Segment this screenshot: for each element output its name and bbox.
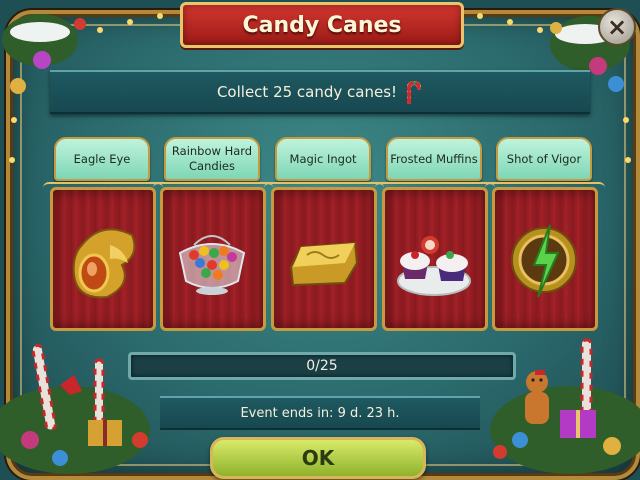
item-label: Shot of Vigor <box>496 137 592 181</box>
progress-text: 0/25 <box>306 358 338 374</box>
progress-bar: 0/25 <box>128 352 516 380</box>
dialog-title: Candy Canes <box>242 12 402 38</box>
reward-item-frosted-muffins[interactable]: Frosted Muffins <box>375 137 495 331</box>
eagle-eye-amulet-icon <box>72 228 136 299</box>
reward-item-shot-of-vigor[interactable]: Shot of Vigor <box>485 137 605 331</box>
gold-ingot-icon <box>289 241 359 287</box>
muffins-plate-icon <box>397 236 471 296</box>
close-button[interactable]: × <box>598 8 636 46</box>
item-label: Magic Ingot <box>275 137 371 181</box>
subtitle-text: Collect 25 candy canes! <box>216 83 398 101</box>
candy-bowl-icon <box>178 235 246 295</box>
item-label: Frosted Muffins <box>386 137 482 181</box>
subtitle-ribbon: Collect 25 candy canes! <box>50 70 590 114</box>
close-icon: × <box>606 13 628 41</box>
title-banner: Candy Canes <box>180 2 464 48</box>
reward-item-rainbow-hard-candies[interactable]: Rainbow Hard Candies <box>153 137 273 331</box>
event-timer-ribbon: Event ends in: 9 d. 23 h. <box>160 396 480 430</box>
ok-button[interactable]: OK <box>210 437 426 479</box>
candy-cane-icon <box>407 80 422 104</box>
item-label: Rainbow Hard Candies <box>164 137 260 181</box>
vigor-medallion-icon <box>511 224 577 298</box>
ok-button-label: OK <box>301 446 335 470</box>
event-timer-text: Event ends in: 9 d. 23 h. <box>240 405 400 421</box>
reward-item-eagle-eye[interactable]: Eagle Eye <box>43 137 163 331</box>
item-label: Eagle Eye <box>54 137 150 181</box>
reward-item-magic-ingot[interactable]: Magic Ingot <box>264 137 384 331</box>
